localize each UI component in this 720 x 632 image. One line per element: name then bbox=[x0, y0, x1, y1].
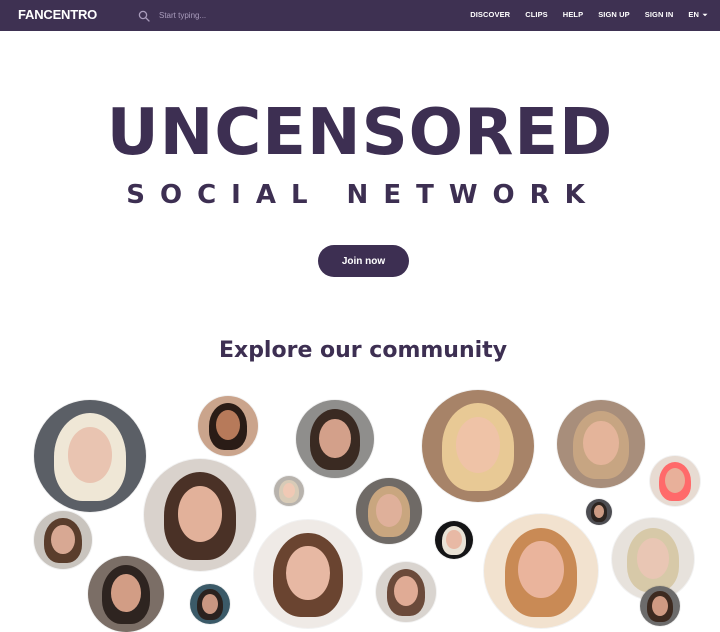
creator-avatar-bubble[interactable] bbox=[557, 400, 645, 488]
search-box[interactable] bbox=[138, 8, 298, 23]
avatar-face-shape bbox=[177, 485, 223, 542]
search-input[interactable] bbox=[159, 11, 279, 20]
creator-avatar-bubble[interactable] bbox=[254, 520, 362, 628]
creator-avatar-bubble[interactable] bbox=[422, 390, 534, 502]
avatar-face-shape bbox=[652, 595, 668, 616]
top-navbar: FANCENTRO DISCOVER CLIPS HELP SIGN UP SI… bbox=[0, 0, 720, 31]
search-icon bbox=[138, 10, 150, 22]
creator-avatar-bubble[interactable] bbox=[650, 456, 700, 506]
creator-avatar-bubble[interactable] bbox=[356, 478, 422, 544]
avatar-face-shape bbox=[319, 418, 351, 458]
creator-avatar-bubble[interactable] bbox=[198, 396, 258, 456]
creator-avatar-bubble[interactable] bbox=[376, 562, 436, 622]
chevron-down-icon bbox=[702, 13, 708, 16]
creator-avatar-bubble[interactable] bbox=[144, 459, 256, 571]
creator-avatar-bubble[interactable] bbox=[88, 556, 164, 632]
nav-sign-up[interactable]: SIGN UP bbox=[598, 10, 630, 19]
creator-avatar-bubble[interactable] bbox=[274, 476, 304, 506]
nav-sign-in[interactable]: SIGN IN bbox=[645, 10, 674, 19]
nav-help[interactable]: HELP bbox=[563, 10, 583, 19]
avatar-face-shape bbox=[518, 541, 564, 599]
creator-avatar-bubble[interactable] bbox=[640, 586, 680, 626]
fancentro-logo[interactable]: FANCENTRO bbox=[18, 7, 97, 22]
avatar-face-shape bbox=[636, 537, 670, 579]
avatar-face-shape bbox=[375, 493, 403, 527]
creator-avatar-bubble[interactable] bbox=[435, 521, 473, 559]
avatar-face-shape bbox=[286, 545, 330, 600]
creator-avatar-bubble[interactable] bbox=[34, 400, 146, 512]
avatar-face-shape bbox=[665, 468, 685, 493]
creator-avatar-bubble[interactable] bbox=[296, 400, 374, 478]
avatar-face-shape bbox=[583, 421, 619, 466]
avatar-face-shape bbox=[51, 524, 75, 554]
avatar-face-shape bbox=[455, 416, 501, 473]
avatar-face-shape bbox=[202, 593, 218, 614]
avatar-face-shape bbox=[67, 426, 113, 483]
avatar-face-shape bbox=[446, 530, 462, 550]
creator-avatar-bubble[interactable] bbox=[34, 511, 92, 569]
nav-discover[interactable]: DISCOVER bbox=[470, 10, 510, 19]
nav-clips[interactable]: CLIPS bbox=[525, 10, 548, 19]
hero-subtitle: SOCIAL NETWORK bbox=[126, 180, 600, 210]
creator-avatar-bubble[interactable] bbox=[190, 584, 230, 624]
community-heading: Explore our community bbox=[218, 338, 508, 363]
hero-title: UNCENSORED bbox=[106, 96, 614, 170]
language-label: EN bbox=[688, 10, 699, 19]
main-nav: DISCOVER CLIPS HELP SIGN UP SIGN IN EN bbox=[455, 10, 708, 19]
creator-avatar-bubble[interactable] bbox=[484, 514, 598, 628]
join-now-button[interactable]: Join now bbox=[318, 245, 409, 277]
language-selector[interactable]: EN bbox=[688, 10, 708, 19]
creator-avatar-bubble[interactable] bbox=[586, 499, 612, 525]
